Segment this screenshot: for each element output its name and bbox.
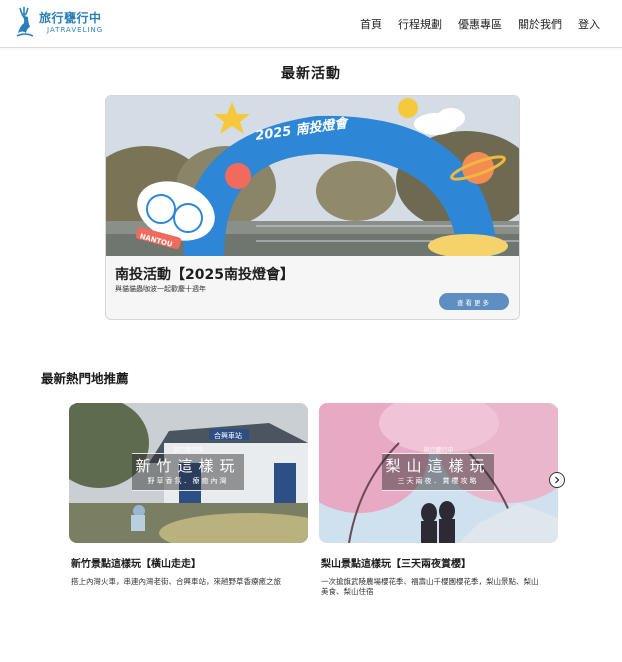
spot-name-hsinchu[interactable]: 新竹景點這樣玩【橫山走走】 [69,555,309,570]
spot-overlay-title: 新竹這樣玩 [135,457,241,476]
spot-overlay-subtitle: 三天兩夜．賞櫻攻略 [397,476,479,485]
spot-card-hsinchu[interactable]: 合興車站 旅行甕行中 新竹這樣玩 野草香氛．療癒內灣 新竹景點這樣玩【橫山走走】… [69,403,309,587]
nav-home[interactable]: 首頁 [360,16,382,32]
logo-en-text: JATRAVELING [47,26,104,34]
main-nav: 首頁 行程規劃 優惠專區 關於我們 登入 [360,16,600,32]
event-card[interactable]: 2025 南投燈會 NANTOU 南投活動【2025南投燈會】 與貓貓蟲咖波一起… [105,95,520,320]
site-header: 旅行甕行中 JATRAVELING 首頁 行程規劃 優惠專區 關於我們 登入 [0,0,622,48]
spot-image-hsinchu[interactable]: 合興車站 旅行甕行中 新竹這樣玩 野草香氛．療癒內灣 [69,403,308,543]
spot-overlay-title: 梨山這樣玩 [385,457,491,476]
spot-overlay-lishan: 梨山這樣玩 三天兩夜．賞櫻攻略 [382,453,494,491]
spot-image-lishan[interactable]: 旅行甕行中 梨山這樣玩 三天兩夜．賞櫻攻略 [319,403,558,543]
nav-deals[interactable]: 優惠專區 [458,16,502,32]
latest-section-title: 最新活動 [281,66,341,82]
carousel-next-button[interactable] [549,472,565,488]
event-title[interactable]: 南投活動【2025南投燈會】 [115,264,294,284]
logo-cn-text: 旅行甕行中 [39,11,102,25]
nav-login[interactable]: 登入 [578,16,600,32]
hot-section-title: 最新熱門地推薦 [41,371,129,386]
spot-overlay-hsinchu: 新竹這樣玩 野草香氛．療癒內灣 [132,453,244,491]
chevron-right-icon [555,476,560,484]
event-description: 與貓貓蟲咖波一起歡慶十週年 [115,285,206,293]
spot-overlay-subtitle: 野草香氛．療癒內灣 [147,476,229,485]
station-sign-text: 合興車站 [214,431,242,440]
nav-about[interactable]: 關於我們 [518,16,562,32]
view-more-button[interactable]: 查看更多 [439,293,509,310]
spot-desc-hsinchu: 搭上內灣火車，串連內灣老街、合興車站，來趟野草香療癒之旅 [71,577,281,586]
deer-logo-icon [16,7,34,37]
nav-trip-planning[interactable]: 行程規劃 [398,16,442,32]
spot-card-lishan[interactable]: 旅行甕行中 梨山這樣玩 三天兩夜．賞櫻攻略 梨山景點這樣玩【三天兩夜賞櫻】 一次… [319,403,559,597]
spot-desc-lishan: 一次搶旗武陵農場櫻花季、福壽山千櫻園櫻花季，梨山景點、梨山美食、梨山住宿 [321,577,539,597]
event-image[interactable]: 2025 南投燈會 NANTOU [106,96,520,256]
spot-name-lishan[interactable]: 梨山景點這樣玩【三天兩夜賞櫻】 [319,555,559,570]
site-logo[interactable]: 旅行甕行中 JATRAVELING [14,5,114,41]
